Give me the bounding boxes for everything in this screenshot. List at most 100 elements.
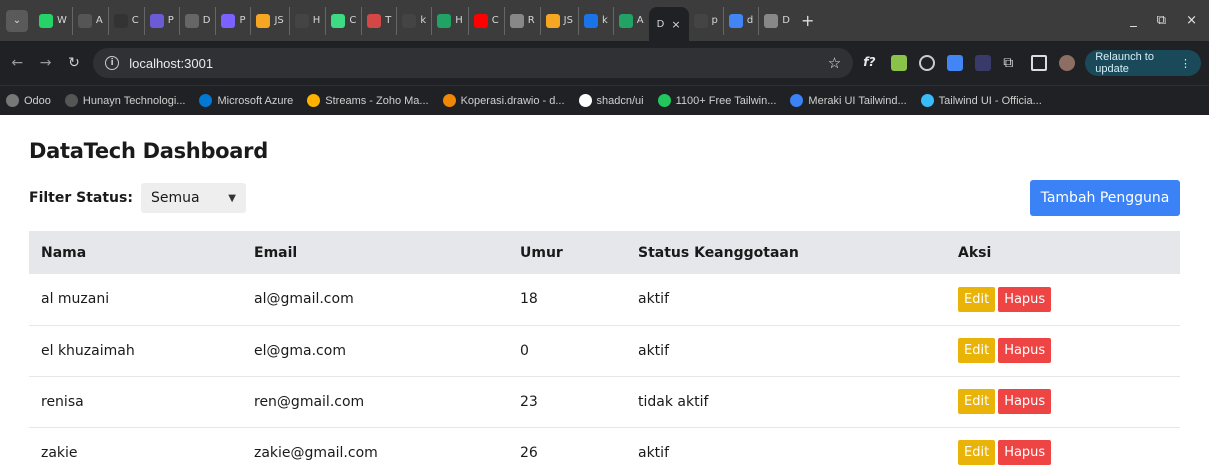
record-extension-icon[interactable] <box>919 55 936 71</box>
extension-icon[interactable] <box>891 55 908 71</box>
table-row: el khuzaimah el@gma.com 0 aktif Edit Hapus <box>29 325 1180 377</box>
add-user-button[interactable]: Tambah Pengguna <box>1030 180 1180 216</box>
tab-after-2[interactable]: D <box>759 7 795 35</box>
bookmark-star-icon[interactable]: ☆ <box>828 54 841 72</box>
table-row: zakie zakie@gmail.com 26 aktif Edit Hapus <box>29 427 1180 470</box>
cell-email: zakie@gmail.com <box>242 427 508 470</box>
forward-icon[interactable]: → <box>36 55 54 71</box>
column-header-umur: Umur <box>520 244 563 261</box>
tab-label: T <box>385 15 392 26</box>
tab-11[interactable]: H <box>432 6 469 35</box>
reload-icon[interactable]: ↻ <box>65 55 83 71</box>
pdf-extension-icon[interactable] <box>975 55 992 71</box>
restore-icon[interactable]: ⧉ <box>1157 13 1166 28</box>
tab-16[interactable]: A <box>614 7 649 35</box>
tab-favicon-icon <box>728 13 743 28</box>
bookmark-item[interactable]: Meraki UI Tailwind... <box>790 94 907 107</box>
extensions: f? ⧉ <box>863 55 1076 71</box>
tab-10[interactable]: k <box>397 6 433 35</box>
bookmark-item[interactable]: Tailwind UI - Officia... <box>920 94 1042 107</box>
tab-label: P <box>239 15 246 26</box>
font-extension-icon[interactable]: f? <box>863 55 879 71</box>
close-window-icon[interactable]: × <box>1186 13 1197 28</box>
bookmark-item[interactable]: Microsoft Azure <box>199 94 293 107</box>
tab-favicon-icon <box>331 13 346 28</box>
tab-label: D <box>202 15 211 26</box>
new-tab-button[interactable]: + <box>801 11 814 30</box>
tab-5[interactable]: P <box>216 6 252 35</box>
tab-label: R <box>527 15 535 26</box>
cell-umur: 18 <box>508 274 626 326</box>
tab-12[interactable]: C <box>469 6 505 35</box>
bookmark-item[interactable]: Hunayn Technologi... <box>64 94 185 107</box>
bookmark-label: 1100+ Free Tailwin... <box>675 94 777 107</box>
tab-after-0[interactable]: p <box>689 6 724 35</box>
tab-favicon-icon <box>545 13 560 28</box>
column-header-email: Email <box>254 244 298 261</box>
tab-favicon-icon <box>583 13 598 28</box>
bookmark-item[interactable]: Koperasi.drawio - d... <box>442 94 565 107</box>
tab-14[interactable]: JS <box>541 6 579 35</box>
tab-favicon-icon <box>221 13 236 28</box>
delete-button[interactable]: Hapus <box>998 440 1052 465</box>
tab-7[interactable]: H <box>290 6 327 35</box>
cell-aksi: Edit Hapus <box>946 376 1180 428</box>
users-table: Nama Email Umur Status Keanggotaan Aksi … <box>29 231 1180 470</box>
table-header-row: Nama Email Umur Status Keanggotaan Aksi <box>29 231 1180 274</box>
tab-favicon-icon <box>184 13 199 28</box>
more-vert-icon[interactable]: ⋮ <box>1180 57 1191 70</box>
cell-email: el@gma.com <box>242 325 508 377</box>
translate-extension-icon[interactable] <box>947 55 964 71</box>
tab-4[interactable]: D <box>180 6 217 35</box>
table-row: renisa ren@gmail.com 23 tidak aktif Edit Hapu… <box>29 376 1180 428</box>
minimize-icon[interactable]: _ <box>1130 13 1137 28</box>
close-icon[interactable]: × <box>671 18 680 31</box>
bookmark-item[interactable]: Streams - Zoho Ma... <box>307 94 429 107</box>
tab-label: JS <box>274 15 284 26</box>
tab-label: P <box>167 15 174 26</box>
relaunch-button[interactable]: Relaunch to update ⋮ <box>1085 50 1201 76</box>
back-icon[interactable]: ← <box>8 55 26 71</box>
column-header-aksi: Aksi <box>958 244 992 261</box>
filter-group: Filter Status: Semua ▼ <box>29 183 246 213</box>
avatar[interactable] <box>1059 55 1076 71</box>
edit-button[interactable]: Edit <box>958 338 996 363</box>
tab-favicon-icon <box>39 13 53 28</box>
address-bar[interactable]: i localhost:3001 ☆ <box>93 48 854 78</box>
bookmark-item[interactable]: Odoo <box>6 94 51 107</box>
tab-after-1[interactable]: d <box>724 6 760 35</box>
bookmark-favicon-icon <box>790 94 804 107</box>
tab-6[interactable]: JS <box>251 6 290 35</box>
edit-button[interactable]: Edit <box>958 286 996 312</box>
delete-button[interactable]: Hapus <box>998 338 1052 363</box>
bookmark-favicon-icon <box>657 94 671 107</box>
status-filter-select[interactable]: Semua ▼ <box>140 183 246 213</box>
tab-3[interactable]: P <box>145 6 180 35</box>
column-header-status: Status Keanggotaan <box>638 244 799 261</box>
tab-label: H <box>455 15 463 26</box>
bookmark-item[interactable]: 1100+ Free Tailwin... <box>657 94 777 107</box>
tab-2[interactable]: C <box>109 6 145 35</box>
edit-button[interactable]: Edit <box>958 440 996 465</box>
tab-13[interactable]: R <box>505 6 541 35</box>
tab-0[interactable]: W <box>34 6 73 35</box>
tab-label: D <box>782 15 790 26</box>
side-panel-icon[interactable] <box>1031 55 1048 71</box>
tab-15[interactable]: k <box>579 6 614 35</box>
delete-button[interactable]: Hapus <box>998 389 1052 414</box>
address-url[interactable]: localhost:3001 <box>129 56 213 71</box>
bookmark-item[interactable]: shadcn/ui <box>578 94 644 107</box>
tab-9[interactable]: T <box>362 6 398 35</box>
window-controls: _ ⧉ × <box>1130 13 1203 28</box>
edit-button[interactable]: Edit <box>958 389 996 414</box>
bookmark-favicon-icon <box>307 94 321 107</box>
puzzle-icon[interactable]: ⧉ <box>1003 55 1019 71</box>
tab-1[interactable]: A <box>73 6 109 35</box>
delete-button[interactable]: Hapus <box>998 286 1052 312</box>
site-info-icon[interactable]: i <box>105 56 120 70</box>
tab-8[interactable]: C <box>326 6 363 35</box>
tab-favicon-icon <box>509 13 524 28</box>
tab-search-menu[interactable]: ⌄ <box>6 9 28 32</box>
relaunch-label: Relaunch to update <box>1095 51 1154 75</box>
tab-active[interactable]: D × <box>648 7 689 41</box>
